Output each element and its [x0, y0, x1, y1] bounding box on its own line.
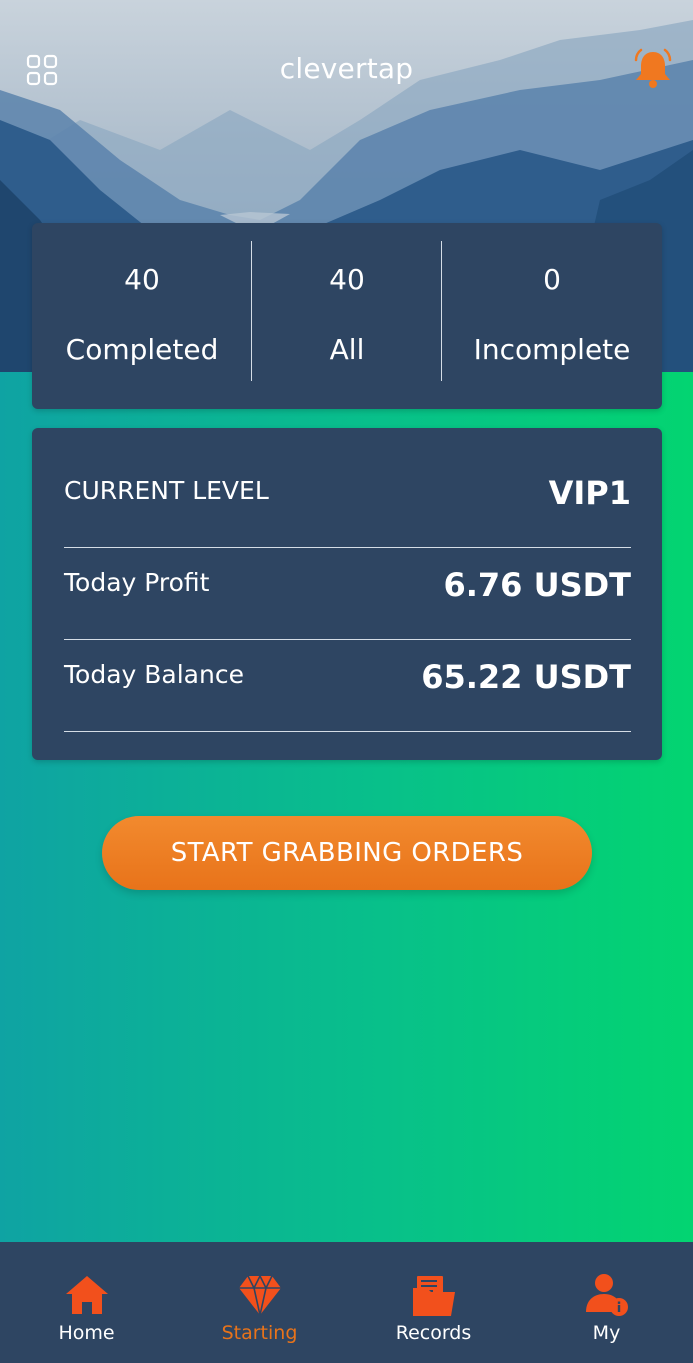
stat-all-value: 40 [329, 263, 365, 296]
today-balance-value: 65.22 USDT [421, 658, 631, 696]
app-title: clevertap [279, 52, 414, 85]
account-summary-card: CURRENT LEVEL VIP1 Today Profit 6.76 USD… [32, 428, 662, 760]
stat-incomplete-label: Incomplete [473, 333, 631, 366]
stat-completed-label: Completed [65, 333, 219, 366]
today-balance-label: Today Balance [64, 660, 244, 689]
home-icon [66, 1276, 108, 1314]
top-bar: clevertap [0, 40, 693, 100]
stat-incomplete: 0 Incomplete [442, 223, 662, 409]
current-level-row: CURRENT LEVEL VIP1 [64, 470, 631, 562]
stat-completed: 40 Completed [32, 223, 252, 409]
current-level-label: CURRENT LEVEL [64, 476, 269, 505]
nav-item-records-label: Records [395, 1322, 472, 1344]
stat-all-label: All [329, 333, 365, 366]
nav-item-my-label: My [592, 1322, 621, 1344]
row-divider [64, 731, 631, 732]
today-profit-label: Today Profit [64, 568, 210, 597]
today-balance-row: Today Balance 65.22 USDT [64, 654, 631, 746]
current-level-value: VIP1 [548, 474, 631, 512]
stat-completed-value: 40 [124, 263, 160, 296]
user-info-icon [586, 1274, 628, 1316]
nav-item-records[interactable]: Records [347, 1242, 520, 1363]
order-stats-card: 40 Completed 40 All 0 Incomplete [32, 223, 662, 409]
nav-item-my[interactable]: My [520, 1242, 693, 1363]
today-profit-row: Today Profit 6.76 USDT [64, 562, 631, 654]
today-profit-value: 6.76 USDT [443, 566, 631, 604]
start-grabbing-orders-button[interactable]: START GRABBING ORDERS [102, 816, 592, 890]
row-divider [64, 639, 631, 640]
stat-all: 40 All [252, 223, 442, 409]
diamond-icon [239, 1274, 281, 1316]
bell-icon[interactable] [630, 46, 676, 92]
nav-item-starting[interactable]: Starting [173, 1242, 346, 1363]
row-divider [64, 547, 631, 548]
nav-item-home-label: Home [58, 1322, 115, 1344]
bottom-navigation: Home Starting Records My [0, 1242, 693, 1363]
nav-item-starting-label: Starting [221, 1322, 298, 1344]
folder-icon [413, 1276, 455, 1316]
stat-incomplete-value: 0 [543, 263, 561, 296]
nav-item-home[interactable]: Home [0, 1242, 173, 1363]
